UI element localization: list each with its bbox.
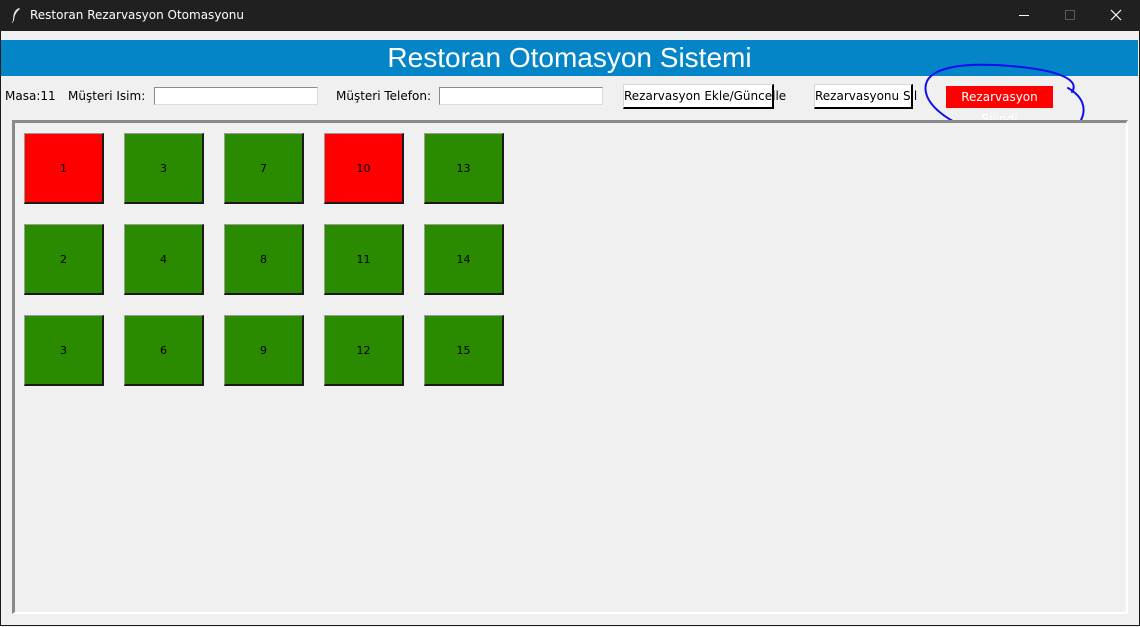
customer-phone-label: Müşteri Telefon: [336, 89, 431, 103]
selected-table-label: Masa:11 [5, 89, 56, 103]
table-button[interactable]: 3 [124, 133, 204, 204]
table-button[interactable]: 2 [24, 224, 104, 295]
feather-icon [11, 8, 20, 23]
add-update-reservation-button[interactable]: Rezarvasyon Ekle/Güncelle [623, 84, 786, 109]
status-message: Rezarvasyon Silindi [946, 86, 1053, 126]
customer-name-label: Müşteri Isim: [68, 89, 146, 103]
minimize-button[interactable] [1001, 0, 1047, 31]
minimize-icon [1019, 15, 1029, 16]
table-button[interactable]: 6 [124, 315, 204, 386]
table-button[interactable]: 12 [324, 315, 404, 386]
table-button[interactable]: 15 [424, 315, 504, 386]
page-title: Restoran Otomasyon Sistemi [1, 40, 1138, 76]
table-button[interactable]: 11 [324, 224, 404, 295]
window-titlebar: Restoran Rezarvasyon Otomasyonu [0, 0, 1140, 31]
table-button[interactable]: 9 [224, 315, 304, 386]
table-button[interactable]: 14 [424, 224, 504, 295]
table-button[interactable]: 7 [224, 133, 304, 204]
customer-name-input[interactable] [154, 87, 318, 105]
table-button[interactable]: 10 [324, 133, 404, 204]
table-button[interactable]: 13 [424, 133, 504, 204]
table-button[interactable]: 3 [24, 315, 104, 386]
maximize-button[interactable] [1047, 0, 1093, 31]
window-title: Restoran Rezarvasyon Otomasyonu [30, 8, 244, 22]
delete-reservation-button[interactable]: Rezarvasyonu Sil [814, 84, 917, 109]
table-button[interactable]: 1 [24, 133, 104, 204]
customer-phone-input[interactable] [439, 87, 603, 105]
close-button[interactable] [1093, 0, 1139, 31]
close-icon [1110, 9, 1122, 21]
table-button[interactable]: 8 [224, 224, 304, 295]
maximize-icon [1065, 10, 1075, 20]
table-button[interactable]: 4 [124, 224, 204, 295]
